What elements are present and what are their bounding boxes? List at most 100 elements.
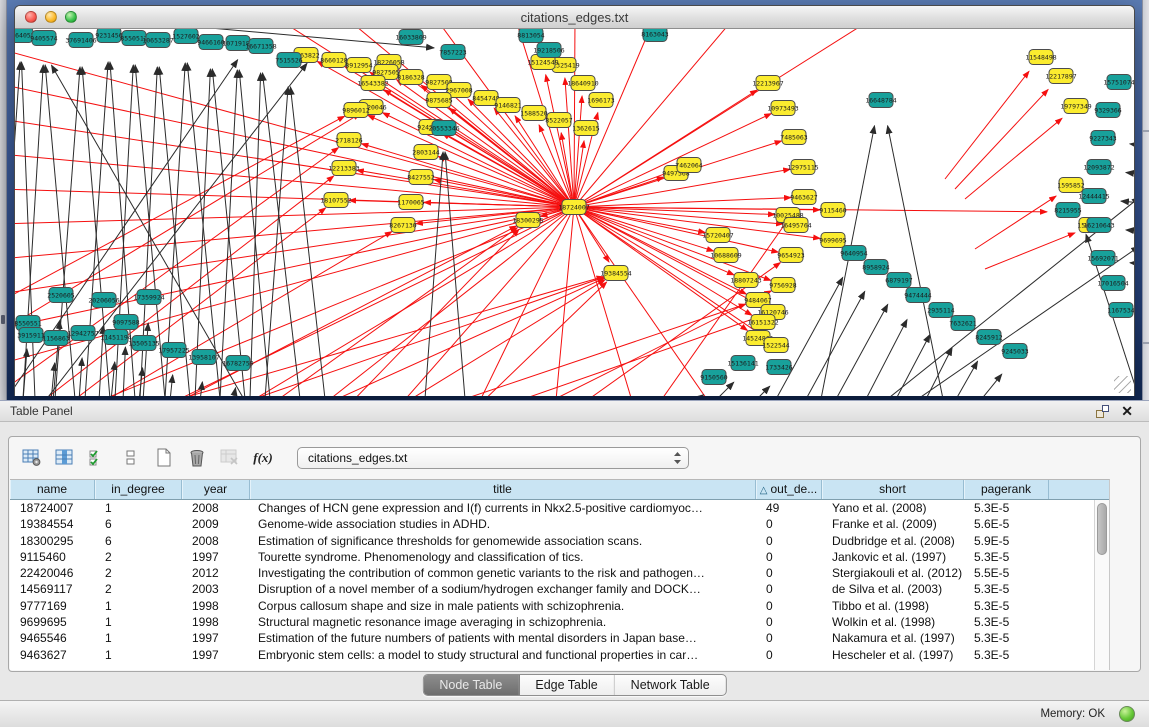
graph-node[interactable]: 9875685 [425, 93, 452, 108]
graph-node[interactable]: 7515526 [275, 53, 302, 68]
graph-edge-black[interactable] [220, 70, 237, 396]
table-row[interactable]: 977716911998Corpus callosum shape and si… [10, 598, 1094, 614]
table-row[interactable]: 911546021997Tourette syndrome. Phenomeno… [10, 549, 1094, 565]
graph-edge-black[interactable] [195, 69, 210, 396]
graph-node[interactable]: 16033809 [395, 30, 426, 45]
graph-edge-black[interactable] [170, 375, 173, 396]
graph-node[interactable]: 8245912 [975, 330, 1002, 345]
graph-node[interactable]: 2718126 [335, 133, 362, 148]
graph-node[interactable]: 19218506 [533, 43, 564, 58]
graph-node[interactable]: 8958924 [862, 260, 889, 275]
graph-edge-black[interactable] [805, 291, 865, 396]
graph-node[interactable]: 17016504 [1097, 276, 1128, 291]
graph-edge-black[interactable] [955, 361, 978, 396]
graph-node[interactable]: 9463627 [790, 190, 817, 205]
graph-node[interactable]: 8427552 [407, 170, 434, 185]
graph-edge-black[interactable] [1130, 263, 1134, 265]
graph-edge-black[interactable] [980, 374, 1002, 396]
graph-node[interactable]: 9097588 [112, 315, 139, 330]
graph-node[interactable]: 10688609 [710, 248, 741, 263]
graph-edge-red[interactable] [15, 207, 574, 364]
graph-node[interactable]: 1170065 [397, 195, 424, 210]
graph-edge-red[interactable] [975, 196, 1056, 249]
tab-node-table[interactable]: Node Table [423, 675, 519, 695]
graph-edge-black[interactable] [45, 65, 75, 396]
graph-node[interactable]: 18107552 [320, 193, 351, 208]
graph-edge-black[interactable] [915, 246, 1134, 396]
graph-edge-red[interactable] [955, 89, 1048, 189]
graph-edge-black[interactable] [925, 348, 952, 396]
graph-edge-black[interactable] [79, 358, 82, 396]
graph-node[interactable]: 19384554 [600, 266, 631, 281]
graph-node[interactable]: 1167534 [1107, 303, 1134, 318]
graph-node[interactable]: 9896012 [342, 103, 369, 118]
graph-node[interactable]: 18807243 [730, 273, 761, 288]
graph-edge-black[interactable] [123, 347, 125, 396]
graph-node[interactable]: 8186328 [397, 70, 424, 85]
graph-node[interactable]: 16782759 [222, 356, 253, 371]
graph-edge-black[interactable] [835, 304, 888, 396]
graph-node[interactable]: 12213383 [328, 161, 359, 176]
graph-node[interactable]: 9227343 [1089, 131, 1116, 146]
graph-node[interactable]: 8660128 [320, 53, 347, 68]
graph-edge-red[interactable] [965, 118, 1062, 199]
column-header-in_degree[interactable]: in_degree [95, 480, 182, 499]
graph-node[interactable]: 6879197 [885, 273, 912, 288]
graph-edge-black[interactable] [888, 126, 943, 396]
graph-edge-red[interactable] [574, 114, 771, 207]
graph-edge-black[interactable] [111, 362, 115, 396]
graph-node[interactable]: 1696173 [587, 93, 614, 108]
graph-edge-red[interactable] [225, 277, 604, 396]
graph-node[interactable]: 18300295 [512, 213, 543, 228]
graph-node[interactable]: 15720407 [702, 228, 733, 243]
graph-node[interactable]: 2520605 [47, 288, 74, 303]
graph-node[interactable]: 17359924 [133, 290, 164, 305]
divider-handle-icon[interactable] [1, 315, 5, 324]
graph-node[interactable]: 8522057 [545, 113, 572, 128]
column-header-title[interactable]: title [250, 480, 756, 499]
graph-edge-red[interactable] [235, 207, 574, 396]
graph-edge-black[interactable] [775, 277, 843, 396]
graph-edge-red[interactable] [574, 29, 575, 207]
graph-node[interactable]: 13958107 [188, 350, 219, 365]
graph-node[interactable]: 3915911 [17, 328, 44, 343]
window-resize-grip[interactable] [1114, 376, 1131, 393]
graph-edge-red[interactable] [945, 71, 1029, 179]
table-selector-dropdown[interactable]: citations_edges.txt [297, 447, 689, 469]
graph-edge-red[interactable] [345, 229, 519, 396]
graph-edge-black[interactable] [15, 62, 20, 279]
graph-node[interactable]: 9146821 [494, 98, 521, 113]
graph-node[interactable]: 9115460 [819, 203, 846, 218]
column-checklist-icon[interactable] [85, 446, 111, 470]
graph-node[interactable]: 16151322 [747, 315, 778, 330]
graph-edge-black[interactable] [755, 386, 770, 396]
rows-icon[interactable] [118, 446, 144, 470]
table-row[interactable]: 1456911722003Disruption of a novel membe… [10, 581, 1094, 597]
graph-node[interactable]: 9466160 [197, 35, 224, 50]
delete-column-icon[interactable] [184, 446, 210, 470]
graph-node[interactable]: 2935114 [927, 303, 954, 318]
graph-node[interactable]: 16543382 [357, 76, 388, 91]
graph-node[interactable]: 8215955 [1054, 203, 1081, 218]
graph-node[interactable]: 12444415 [1078, 189, 1109, 204]
graph-edge-black[interactable] [1126, 230, 1134, 233]
graph-node[interactable]: 1595852 [1057, 178, 1084, 193]
graph-edge-black[interactable] [895, 335, 930, 396]
table-row[interactable]: 1872400712008Changes of HCN gene express… [10, 500, 1094, 516]
graph-edge-red[interactable] [435, 304, 746, 396]
graph-node[interactable]: 12213967 [752, 76, 783, 91]
graph-edge-black[interactable] [1130, 144, 1134, 149]
graph-node[interactable]: 16495764 [780, 218, 811, 233]
graph-node[interactable]: 11451194 [100, 330, 131, 345]
graph-node[interactable]: 9231456 [95, 29, 122, 43]
graph-node[interactable]: 15751074 [1103, 75, 1134, 90]
graph-node[interactable]: 9640954 [840, 246, 867, 261]
graph-edge-black[interactable] [85, 62, 108, 396]
column-header-year[interactable]: year [182, 480, 250, 499]
graph-node[interactable]: 17957225 [158, 343, 189, 358]
float-panel-icon[interactable] [1096, 405, 1109, 418]
graph-node[interactable]: 9150560 [700, 370, 727, 385]
tab-edge-table[interactable]: Edge Table [519, 675, 614, 695]
column-header-short[interactable]: short [822, 480, 964, 499]
graph-edge-red[interactable] [985, 233, 1075, 269]
